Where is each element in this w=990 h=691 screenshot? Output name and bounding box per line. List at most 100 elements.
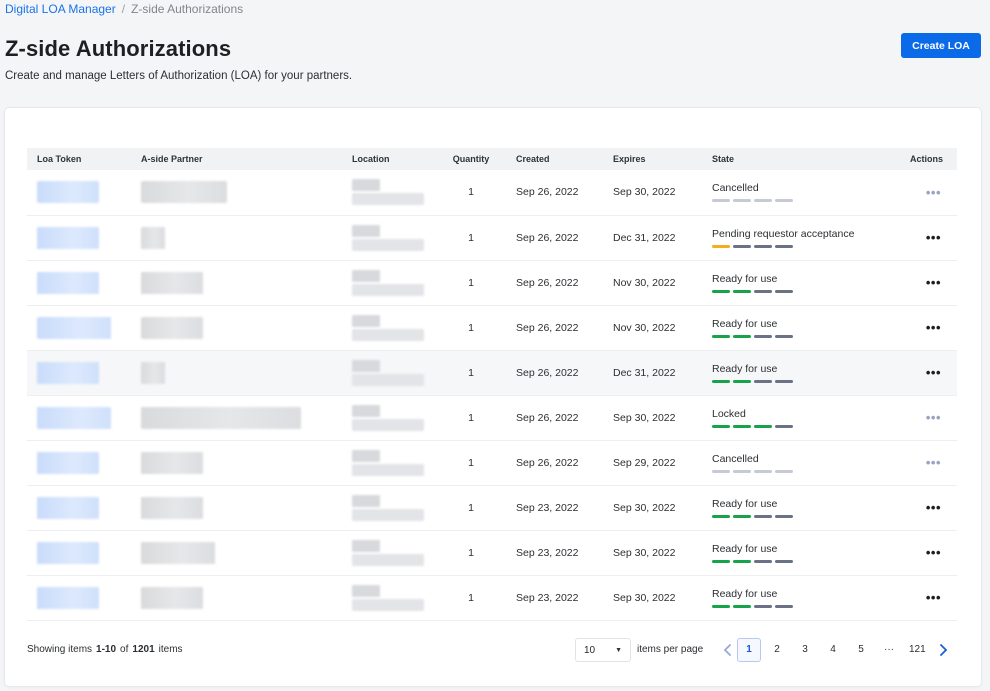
redacted-token bbox=[37, 361, 99, 384]
cell-created: Sep 26, 2022 bbox=[516, 231, 579, 244]
table-row[interactable]: 1 Sep 26, 2022 Dec 31, 2022 Ready for us… bbox=[27, 350, 957, 395]
chevron-right-icon[interactable] bbox=[934, 638, 954, 662]
state-progress-segment bbox=[775, 514, 793, 518]
column-header-created[interactable]: Created bbox=[506, 148, 603, 170]
column-header-location[interactable]: Location bbox=[342, 148, 436, 170]
more-horizontal-icon[interactable]: ••• bbox=[926, 230, 941, 245]
redacted-token bbox=[37, 406, 111, 429]
table-row[interactable]: 1 Sep 23, 2022 Sep 30, 2022 Ready for us… bbox=[27, 530, 957, 575]
state-progress-segment bbox=[733, 424, 751, 428]
column-header-state[interactable]: State bbox=[702, 148, 892, 170]
redacted-partner bbox=[141, 586, 203, 609]
cell-loa-token[interactable] bbox=[27, 485, 131, 530]
column-header-loa-token[interactable]: Loa Token bbox=[27, 148, 131, 170]
cell-quantity: 1 bbox=[468, 546, 474, 559]
state-progress-segment bbox=[775, 424, 793, 428]
redacted-location-line bbox=[352, 224, 380, 237]
cell-a-side-partner bbox=[131, 170, 342, 215]
more-horizontal-icon[interactable]: ••• bbox=[926, 545, 941, 560]
table-row[interactable]: 1 Sep 23, 2022 Sep 30, 2022 Ready for us… bbox=[27, 575, 957, 620]
chevron-left-icon[interactable] bbox=[717, 638, 737, 662]
cell-a-side-partner bbox=[131, 485, 342, 530]
cell-expires: Sep 30, 2022 bbox=[613, 591, 676, 604]
pagination-page-5[interactable]: 5 bbox=[849, 638, 873, 662]
cell-actions: ••• bbox=[892, 530, 957, 575]
cell-loa-token[interactable] bbox=[27, 575, 131, 620]
state-progress-bar bbox=[712, 199, 892, 203]
state-progress-segment bbox=[754, 424, 772, 428]
breadcrumb: Digital LOA Manager / Z-side Authorizati… bbox=[5, 2, 243, 16]
column-header-actions: Actions bbox=[892, 148, 957, 170]
cell-expires: Sep 30, 2022 bbox=[613, 501, 676, 514]
cell-location bbox=[342, 485, 436, 530]
cell-loa-token[interactable] bbox=[27, 260, 131, 305]
table-row[interactable]: 1 Sep 26, 2022 Nov 30, 2022 Ready for us… bbox=[27, 305, 957, 350]
state-label: Cancelled bbox=[712, 182, 759, 195]
redacted-partner bbox=[141, 496, 203, 519]
more-horizontal-icon[interactable]: ••• bbox=[926, 365, 941, 380]
redacted-token bbox=[37, 496, 99, 519]
cell-expires: Sep 30, 2022 bbox=[613, 546, 676, 559]
table-row[interactable]: 1 Sep 26, 2022 Sep 30, 2022 Cancelled ••… bbox=[27, 170, 957, 215]
state-progress-segment bbox=[754, 514, 772, 518]
redacted-location-line bbox=[352, 373, 424, 386]
cell-loa-token[interactable] bbox=[27, 215, 131, 260]
create-loa-button[interactable]: Create LOA bbox=[901, 33, 981, 58]
cell-a-side-partner bbox=[131, 575, 342, 620]
more-horizontal-icon[interactable]: ••• bbox=[926, 185, 941, 200]
page-title: Z-side Authorizations bbox=[5, 36, 232, 61]
cell-state: Locked bbox=[702, 395, 892, 440]
table-row[interactable]: 1 Sep 26, 2022 Nov 30, 2022 Ready for us… bbox=[27, 260, 957, 305]
state-label: Ready for use bbox=[712, 362, 778, 375]
pagination-page-3[interactable]: 3 bbox=[793, 638, 817, 662]
state-label: Ready for use bbox=[712, 587, 778, 600]
more-horizontal-icon[interactable]: ••• bbox=[926, 455, 941, 470]
table-row[interactable]: 1 Sep 26, 2022 Sep 30, 2022 Locked ••• bbox=[27, 395, 957, 440]
cell-expires: Sep 29, 2022 bbox=[613, 456, 676, 469]
state-progress-segment bbox=[754, 289, 772, 293]
cell-loa-token[interactable] bbox=[27, 305, 131, 350]
column-header-expires[interactable]: Expires bbox=[603, 148, 702, 170]
state-progress-segment bbox=[712, 379, 730, 383]
cell-a-side-partner bbox=[131, 215, 342, 260]
more-horizontal-icon[interactable]: ••• bbox=[926, 590, 941, 605]
table-row[interactable]: 1 Sep 26, 2022 Dec 31, 2022 Pending requ… bbox=[27, 215, 957, 260]
cell-loa-token[interactable] bbox=[27, 170, 131, 215]
cell-loa-token[interactable] bbox=[27, 440, 131, 485]
more-horizontal-icon[interactable]: ••• bbox=[926, 275, 941, 290]
redacted-token bbox=[37, 271, 99, 294]
pagination-page-2[interactable]: 2 bbox=[765, 638, 789, 662]
cell-loa-token[interactable] bbox=[27, 395, 131, 440]
more-horizontal-icon[interactable]: ••• bbox=[926, 320, 941, 335]
column-header-a-side-partner[interactable]: A-side Partner bbox=[131, 148, 342, 170]
cell-created: Sep 23, 2022 bbox=[516, 501, 579, 514]
state-progress-segment bbox=[712, 604, 730, 608]
state-progress-segment bbox=[733, 379, 751, 383]
state-progress-segment bbox=[754, 334, 772, 338]
redacted-location bbox=[352, 539, 426, 566]
more-horizontal-icon[interactable]: ••• bbox=[926, 500, 941, 515]
redacted-token bbox=[37, 181, 99, 204]
pagination-page-1[interactable]: 1 bbox=[737, 638, 761, 662]
state-label: Ready for use bbox=[712, 317, 778, 330]
pagination-page-121[interactable]: 121 bbox=[905, 638, 930, 662]
cell-created: Sep 23, 2022 bbox=[516, 546, 579, 559]
cell-state: Ready for use bbox=[702, 305, 892, 350]
state-progress-segment bbox=[733, 604, 751, 608]
cell-loa-token[interactable] bbox=[27, 350, 131, 395]
redacted-location-line bbox=[352, 314, 380, 327]
items-per-page-select[interactable]: 10 ▼ bbox=[575, 638, 631, 662]
cell-loa-token[interactable] bbox=[27, 530, 131, 575]
table-row[interactable]: 1 Sep 23, 2022 Sep 30, 2022 Ready for us… bbox=[27, 485, 957, 530]
page-subtitle: Create and manage Letters of Authorizati… bbox=[5, 70, 353, 82]
breadcrumb-root-link[interactable]: Digital LOA Manager bbox=[5, 2, 116, 16]
table-row[interactable]: 1 Sep 26, 2022 Sep 29, 2022 Cancelled ••… bbox=[27, 440, 957, 485]
redacted-token bbox=[37, 226, 99, 249]
column-header-quantity[interactable]: Quantity bbox=[436, 148, 506, 170]
redacted-partner bbox=[141, 226, 165, 249]
pagination-page-4[interactable]: 4 bbox=[821, 638, 845, 662]
pagination: 1 2 3 4 5 ··· 121 bbox=[717, 638, 954, 662]
redacted-token bbox=[37, 451, 99, 474]
table-body: 1 Sep 26, 2022 Sep 30, 2022 Cancelled ••… bbox=[27, 170, 957, 620]
more-horizontal-icon[interactable]: ••• bbox=[926, 410, 941, 425]
